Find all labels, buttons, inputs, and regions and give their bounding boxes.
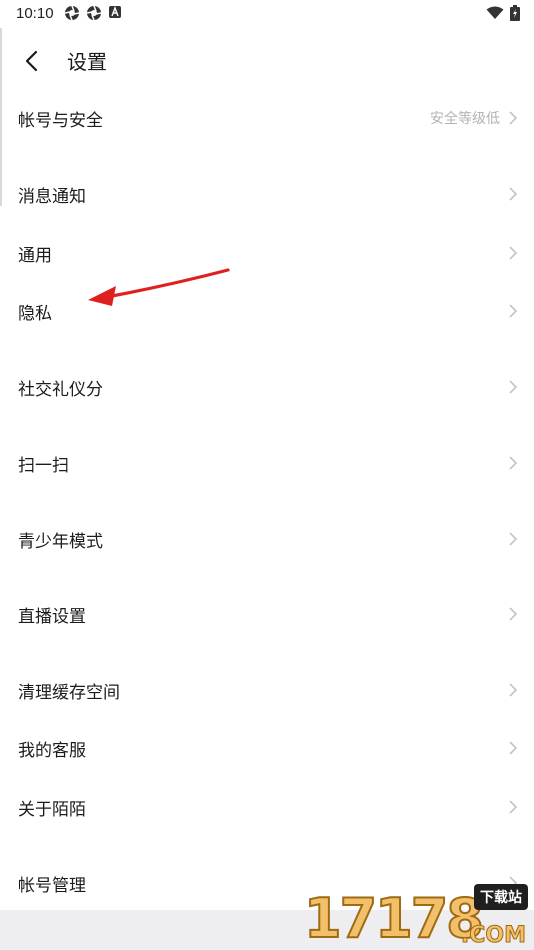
watermark-digits: 17178 [303, 887, 485, 950]
annotation-arrow-shaft [110, 268, 230, 298]
watermark-suffix: .COM [460, 923, 526, 949]
annotation-arrow-head [88, 286, 116, 306]
watermark-top-label: 下载站 [474, 884, 528, 910]
watermark-logo: 17178 下载站 .COM [300, 884, 530, 950]
annotation-arrow [88, 268, 230, 306]
